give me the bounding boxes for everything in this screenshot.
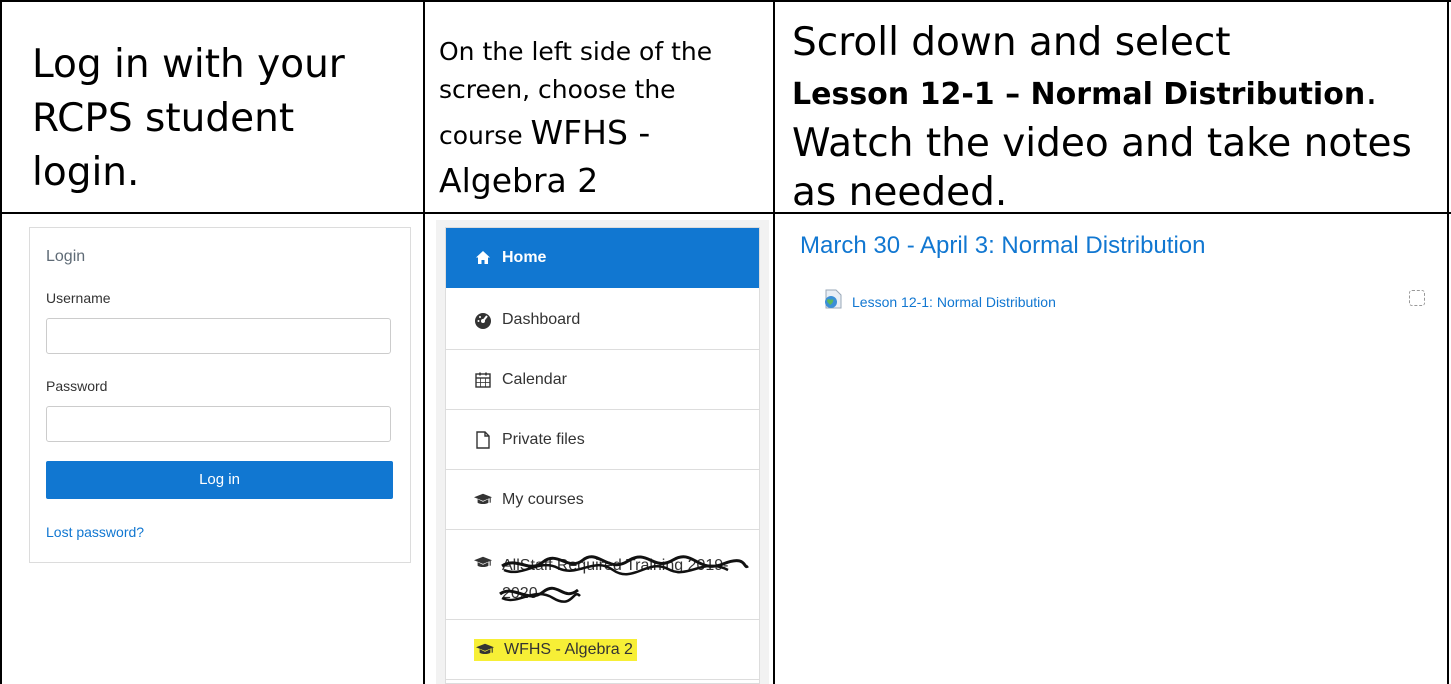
nav-item-label-redacted: AllStaff Required Training 2019-2020: [499, 552, 752, 608]
nav-drawer: Home Dashboard Calendar Private files My…: [436, 220, 769, 684]
login-panel: Login Username Password Log in Lost pass…: [29, 227, 411, 563]
file-icon: [474, 430, 492, 449]
highlight: WFHS - Algebra 2: [474, 638, 637, 661]
redaction-scribble: [499, 555, 749, 603]
nav-item-allstaff-training[interactable]: AllStaff Required Training 2019-2020: [446, 530, 759, 620]
lost-password-link[interactable]: Lost password?: [46, 524, 144, 540]
graduation-cap-icon: [476, 641, 494, 659]
nav-item-home[interactable]: Home: [446, 228, 759, 288]
nav-item-wfhs-algebra-2[interactable]: WFHS - Algebra 2: [446, 620, 759, 680]
nav-item-calendar[interactable]: Calendar: [446, 350, 759, 410]
table-border-left: [0, 0, 2, 684]
graduation-cap-icon: [474, 491, 492, 509]
section-title: March 30 - April 3: Normal Distribution: [800, 232, 1206, 259]
nav-item-label: WFHS - Algebra 2: [504, 640, 633, 658]
completion-checkbox[interactable]: [1409, 290, 1425, 306]
login-button[interactable]: Log in: [46, 461, 393, 499]
table-column-divider-1: [423, 0, 425, 684]
instruction-step-3-pre: Scroll down and select: [792, 20, 1231, 65]
nav-item-dashboard[interactable]: Dashboard: [446, 290, 759, 350]
graduation-cap-icon: [474, 554, 492, 572]
instruction-step-1: Log in with your RCPS student login.: [32, 42, 345, 195]
nav-item-private-files[interactable]: Private files: [446, 410, 759, 470]
url-globe-icon: [822, 288, 844, 315]
nav-item-label: My courses: [502, 490, 584, 508]
nav-item-label: Calendar: [502, 370, 567, 388]
table-border-right: [1447, 0, 1449, 684]
instruction-step-3-lesson: Lesson 12-1 – Normal Distribution: [792, 77, 1366, 112]
nav-item-label: Private files: [502, 430, 585, 448]
table-border-top: [0, 0, 1451, 2]
username-field[interactable]: [46, 318, 391, 354]
calendar-icon: [474, 371, 492, 389]
activity-label: Lesson 12-1: Normal Distribution: [852, 293, 1056, 310]
instruction-step-2: On the left side of the screen, choose t…: [439, 33, 759, 205]
dashboard-icon: [474, 311, 492, 329]
password-label: Password: [46, 378, 108, 394]
home-icon: [474, 249, 492, 267]
nav-panel: Home Dashboard Calendar Private files My…: [445, 227, 760, 684]
activity-link[interactable]: Lesson 12-1: Normal Distribution: [822, 288, 1056, 315]
login-title: Login: [46, 248, 86, 265]
instruction-step-3: Scroll down and select Lesson 12-1 – Nor…: [792, 18, 1442, 217]
nav-item-my-courses[interactable]: My courses: [446, 470, 759, 530]
nav-item-label: Home: [502, 249, 547, 266]
nav-item-label: Dashboard: [502, 310, 581, 328]
username-label: Username: [46, 290, 111, 306]
password-field[interactable]: [46, 406, 391, 442]
table-column-divider-2: [773, 0, 775, 684]
